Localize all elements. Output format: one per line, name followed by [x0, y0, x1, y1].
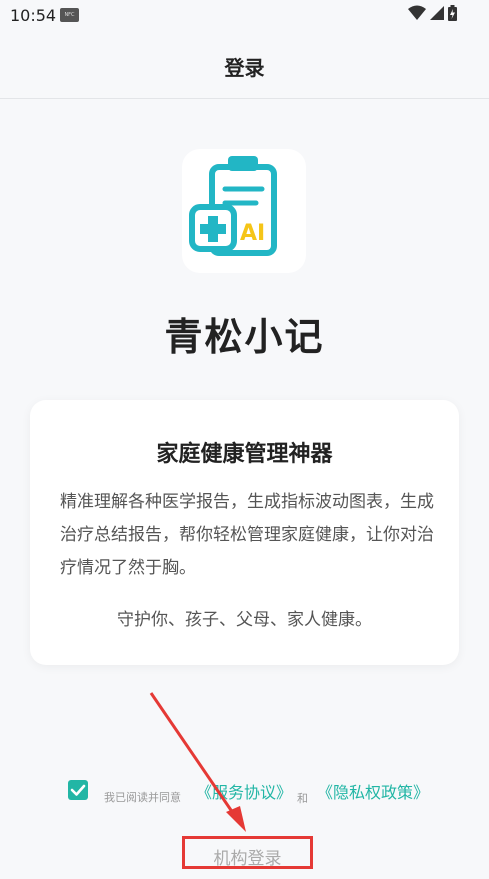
- status-bar: 10:54 NFC: [0, 0, 489, 30]
- service-agreement-link[interactable]: 《服务协议》: [196, 779, 292, 803]
- battery-icon: [448, 5, 457, 21]
- status-icons: [408, 5, 457, 21]
- card-slogan: 守护你、孩子、父母、家人健康。: [117, 610, 372, 630]
- nfc-icon: NFC: [60, 8, 79, 22]
- intro-card: 家庭健康管理神器 精准理解各种医学报告，生成指标波动图表，生成治疗总结报告，帮你…: [30, 400, 459, 665]
- checkmark-icon: [70, 784, 86, 796]
- app-bar: 登录: [0, 30, 489, 99]
- app-name: 青松小记: [164, 315, 325, 359]
- agreement-row: 我已阅读并同意 《服务协议》 和 《隐私权政策》: [68, 778, 468, 805]
- page-title: 登录: [224, 56, 265, 80]
- signal-icon: [430, 6, 444, 20]
- logo-ai-text: AI: [240, 221, 265, 246]
- card-title: 家庭健康管理神器: [156, 442, 333, 467]
- clipboard-ai-icon: AI: [189, 156, 277, 256]
- agreement-checkbox[interactable]: [68, 780, 88, 800]
- agreement-text: 我已阅读并同意: [104, 791, 181, 804]
- wifi-icon: [408, 5, 426, 20]
- org-login-button[interactable]: 机构登录: [182, 836, 313, 869]
- app-logo: AI: [182, 149, 306, 273]
- status-time: 10:54: [10, 6, 57, 25]
- privacy-policy-link[interactable]: 《隐私权政策》: [317, 779, 429, 803]
- agreement-and-text: 和: [297, 792, 308, 805]
- card-description: 精准理解各种医学报告，生成指标波动图表，生成治疗总结报告，帮你轻松管理家庭健康，…: [60, 492, 434, 578]
